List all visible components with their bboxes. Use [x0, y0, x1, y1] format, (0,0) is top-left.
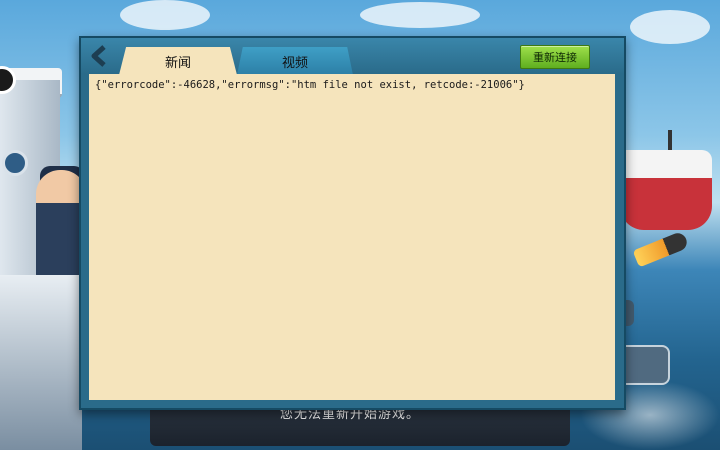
chevron-left-icon — [91, 45, 106, 67]
missile — [632, 230, 690, 268]
tab-video[interactable]: 视频 — [237, 47, 353, 75]
news-content-area: {"errorcode":-46628,"errormsg":"htm file… — [89, 74, 615, 400]
tab-news[interactable]: 新闻 — [119, 47, 237, 75]
cloud — [630, 10, 710, 44]
reconnect-button[interactable]: 重新连接 — [520, 45, 590, 69]
game-scene: 您无法重新开始游戏。 新闻 视频 重新连接 {"errorcode":-4662… — [0, 0, 720, 450]
cloud — [360, 2, 480, 28]
error-message-text: {"errorcode":-46628,"errormsg":"htm file… — [95, 79, 525, 91]
tab-video-label: 视频 — [281, 55, 308, 71]
enemy-ship — [620, 150, 712, 230]
cloud — [120, 0, 210, 30]
reconnect-button-label: 重新连接 — [533, 51, 577, 64]
tab-news-label: 新闻 — [164, 55, 191, 71]
porthole-icon — [2, 150, 28, 176]
news-dialog: 新闻 视频 重新连接 {"errorcode":-46628,"errormsg… — [79, 36, 626, 410]
ship-deck — [0, 275, 82, 450]
back-button[interactable] — [87, 44, 111, 68]
